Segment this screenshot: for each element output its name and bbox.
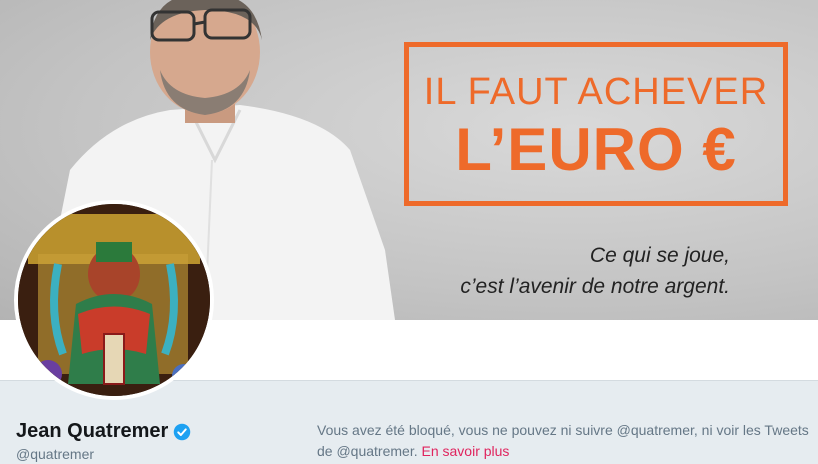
avatar[interactable]	[14, 200, 214, 400]
blocked-notice: Vous avez été bloqué, vous ne pouvez ni …	[317, 420, 817, 462]
banner-tagline: Ce qui se joue, c’est l’avenir de notre …	[460, 240, 730, 302]
promo-headline: IL FAUT ACHEVER	[423, 71, 769, 113]
tagline-line-2: c’est l’avenir de notre argent.	[460, 275, 730, 298]
verified-badge-icon	[174, 423, 191, 440]
blocked-notice-text: Vous avez été bloqué, vous ne pouvez ni …	[317, 422, 809, 459]
learn-more-link[interactable]: En savoir plus	[422, 443, 510, 459]
promo-title: L’EURO €	[455, 116, 737, 183]
profile-name-row: Jean Quatremer	[16, 420, 191, 443]
promo-frame: IL FAUT ACHEVER L’EURO €	[404, 42, 788, 206]
avatar-statue-image	[18, 204, 210, 396]
profile-handle: @quatremer	[16, 446, 95, 462]
profile-name[interactable]: Jean Quatremer	[16, 420, 168, 443]
tagline-line-1: Ce qui se joue,	[589, 244, 730, 267]
